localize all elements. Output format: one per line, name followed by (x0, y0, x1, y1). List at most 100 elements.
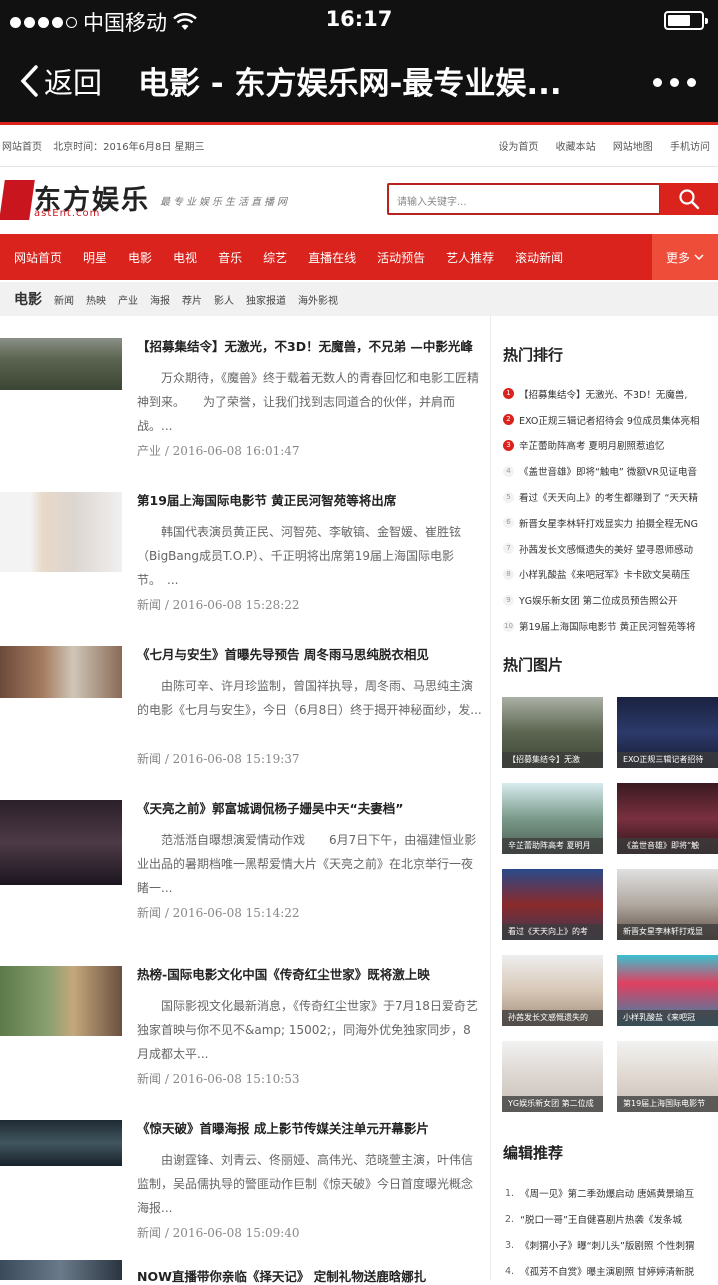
nav-item-artists[interactable]: 艺人推荐 (446, 249, 494, 266)
sub-nav-item[interactable]: 独家报道 (246, 292, 286, 307)
hot-rank-heading: 热门排行 (503, 346, 564, 364)
back-button[interactable]: 返回 (18, 60, 102, 102)
news-title[interactable]: 《七月与安生》首曝先导预告 周冬雨马思纯脱衣相见 (137, 644, 487, 663)
rank-title[interactable]: 【招募集结令】无激光、不3D！无魔兽, (519, 387, 687, 401)
rank-title[interactable]: EXO正规三辑记者招待会 9位成员集体亮相 (519, 413, 699, 427)
mobile-link[interactable]: 手机访问 (670, 142, 710, 153)
news-title[interactable]: 【招募集结令】无激光，不3D！无魔兽，不兄弟 —中影光峰 (137, 336, 487, 355)
site-logo[interactable]: 东方娱乐 astEnt.com (0, 178, 152, 222)
rank-title[interactable]: 孙茜发长文感慨遗失的美好 望寻恩师感动 (519, 542, 693, 556)
news-thumbnail[interactable] (0, 1260, 122, 1280)
news-item[interactable]: 《惊天破》首曝海报 成上影节传媒关注单元开幕影片 由谢霆锋、刘青云、佟丽娅、高伟… (0, 1120, 490, 1250)
sub-nav: 电影 新闻 热映 产业 海报 荐片 影人 独家报道 海外影视 (0, 282, 718, 316)
list-item[interactable]: 7 孙茜发长文感慨遗失的美好 望寻恩师感动 (503, 536, 718, 562)
list-item[interactable]: 3. 《刺猬小子》曝“刺儿头”版剧照 个性刺猬 (503, 1232, 718, 1258)
column-divider (490, 316, 491, 1280)
rank-title[interactable]: 小样乳酸盐《来吧冠军》卡卡欧文吴萌压 (519, 567, 690, 581)
nav-item-home[interactable]: 网站首页 (14, 249, 62, 266)
sub-nav-item[interactable]: 海外影视 (298, 292, 338, 307)
bookmark-link[interactable]: 收藏本站 (556, 142, 596, 153)
rank-title[interactable]: 第19届上海国际电影节 黄正民河智苑等将 (519, 619, 696, 633)
sub-nav-item[interactable]: 产业 (118, 292, 138, 307)
nav-item-music[interactable]: 音乐 (218, 249, 242, 266)
sub-nav-item[interactable]: 热映 (86, 292, 106, 307)
list-item[interactable]: 3 辛芷蕾助阵高考 夏明月剧照惹追忆 (503, 433, 718, 459)
rank-title[interactable]: 辛芷蕾助阵高考 夏明月剧照惹追忆 (519, 438, 665, 452)
nav-item-events[interactable]: 活动预告 (377, 249, 425, 266)
list-item[interactable]: 8 小样乳酸盐《来吧冠军》卡卡欧文吴萌压 (503, 562, 718, 588)
news-item[interactable]: 《七月与安生》首曝先导预告 周冬雨马思纯脱衣相见 由陈可辛、许月珍监制，曾国祥执… (0, 646, 490, 776)
nav-item-tv[interactable]: 电视 (173, 249, 197, 266)
list-item[interactable]: 9 YG娱乐新女团 第二位成员预告照公开 (503, 587, 718, 613)
search-button[interactable] (660, 183, 718, 215)
list-item[interactable]: 4. 《孤芳不自赏》曝主演剧照 甘婷婷清新脱 (503, 1258, 718, 1284)
rank-title[interactable]: 新晋女星李林轩打戏显实力 拍摄全程无NG (519, 516, 698, 530)
news-meta: 产业 / 2016-06-08 16:01:47 (137, 444, 300, 458)
photo-tile[interactable]: 看过《天天向上》的考 (502, 869, 603, 940)
photo-tile[interactable]: 新晋女星李林轩打戏显 (617, 869, 718, 940)
rank-title[interactable]: 看过《天天向上》的考生都赚到了 “天天精 (519, 490, 698, 504)
item-title[interactable]: 《周一见》第二季劲爆启动 唐嫣黄景瑜互 (520, 1186, 694, 1200)
set-homepage-link[interactable]: 设为首页 (498, 142, 538, 153)
photo-tile[interactable]: EXO正规三辑记者招待 (617, 697, 718, 768)
nav-item-variety[interactable]: 综艺 (263, 249, 287, 266)
news-summary: 范湉湉自曝想演爱情动作戏 6月7日下午，由福建恒业影业出品的暑期档唯一黑帮爱情大… (137, 833, 477, 895)
photo-tile[interactable]: 《盖世音雄》即将“触 (617, 783, 718, 854)
news-item[interactable]: 热榜-国际电影文化中国《传奇红尘世家》既将激上映 国际影视文化最新消息，《传奇红… (0, 966, 490, 1096)
nav-item-live[interactable]: 直播在线 (308, 249, 356, 266)
news-title[interactable]: 《天亮之前》郭富城调侃杨子姗吴中天“夫妻档” (137, 798, 487, 817)
news-item[interactable]: 【招募集结令】无激光，不3D！无魔兽，不兄弟 —中影光峰 万众期待，《魔兽》终于… (0, 338, 490, 468)
news-thumbnail[interactable] (0, 492, 122, 572)
home-link[interactable]: 网站首页 (2, 142, 42, 153)
list-item[interactable]: 10 第19届上海国际电影节 黄正民河智苑等将 (503, 613, 718, 639)
hot-rank-list: 1 【招募集结令】无激光、不3D！无魔兽, 2 EXO正规三辑记者招待会 9位成员集… (503, 381, 718, 639)
list-item[interactable]: 2 EXO正规三辑记者招待会 9位成员集体亮相 (503, 407, 718, 433)
list-item[interactable]: 1. 《周一见》第二季劲爆启动 唐嫣黄景瑜互 (503, 1180, 718, 1206)
news-item[interactable]: 第19届上海国际电影节 黄正民河智苑等将出席 韩国代表演员黄正民、河智苑、李敏镐… (0, 492, 490, 622)
news-title[interactable]: 热榜-国际电影文化中国《传奇红尘世家》既将激上映 (137, 964, 487, 983)
list-item[interactable]: 4 《盖世音雄》即将“触电” 微额VR见证电音 (503, 458, 718, 484)
photo-tile[interactable]: 【招募集结令】无激 (502, 697, 603, 768)
list-item[interactable]: 6 新晋女星李林轩打戏显实力 拍摄全程无NG (503, 510, 718, 536)
nav-item-movies[interactable]: 电影 (128, 249, 152, 266)
news-item[interactable]: 《天亮之前》郭富城调侃杨子姗吴中天“夫妻档” 范湉湉自曝想演爱情动作戏 6月7日… (0, 800, 490, 930)
news-thumbnail[interactable] (0, 338, 122, 390)
news-title[interactable]: 第19届上海国际电影节 黄正民河智苑等将出席 (137, 490, 487, 509)
rank-title[interactable]: 《盖世音雄》即将“触电” 微额VR见证电音 (519, 464, 697, 478)
nav-item-news[interactable]: 滚动新闻 (515, 249, 563, 266)
news-thumbnail[interactable] (0, 646, 122, 698)
photo-tile[interactable]: 小样乳酸盐《来吧冠 (617, 955, 718, 1026)
news-thumbnail[interactable] (0, 1120, 122, 1166)
list-item[interactable]: 1 【招募集结令】无激光、不3D！无魔兽, (503, 381, 718, 407)
news-thumbnail[interactable] (0, 966, 122, 1036)
photo-tile[interactable]: 第19届上海国际电影节 (617, 1041, 718, 1112)
nav-item-stars[interactable]: 明星 (83, 249, 107, 266)
more-options-button[interactable] (653, 78, 696, 87)
photo-tile[interactable]: YG娱乐新女团 第二位成 (502, 1041, 603, 1112)
rank-number: 4 (503, 465, 514, 477)
item-number: 2. (505, 1213, 515, 1225)
item-title[interactable]: 《孤芳不自赏》曝主演剧照 甘婷婷清新脱 (520, 1264, 694, 1278)
news-title[interactable]: NOW直播带你亲临《择天记》 定制礼物送鹿晗娜扎 (137, 1266, 487, 1285)
photo-tile[interactable]: 孙茜发长文感慨遗失的 (502, 955, 603, 1026)
list-item[interactable]: 2. “脱口一哥”王自健喜剧片热袭《发条城 (503, 1206, 718, 1232)
nav-more-button[interactable]: 更多 (652, 234, 718, 280)
news-title[interactable]: 《惊天破》首曝海报 成上影节传媒关注单元开幕影片 (137, 1118, 487, 1137)
sub-nav-item[interactable]: 海报 (150, 292, 170, 307)
search-input[interactable]: 请输入关键字... (387, 183, 661, 215)
rank-number: 5 (503, 491, 514, 503)
sitemap-link[interactable]: 网站地图 (613, 142, 653, 153)
news-thumbnail[interactable] (0, 800, 122, 885)
sub-nav-item[interactable]: 影人 (214, 292, 234, 307)
nav-more-label: 更多 (665, 250, 690, 265)
rank-title[interactable]: YG娱乐新女团 第二位成员预告照公开 (519, 593, 678, 607)
photo-tile[interactable]: 辛芷蕾助阵高考 夏明月 (502, 783, 603, 854)
list-item[interactable]: 5 看过《天天向上》的考生都赚到了 “天天精 (503, 484, 718, 510)
item-title[interactable]: “脱口一哥”王自健喜剧片热袭《发条城 (520, 1212, 682, 1226)
item-title[interactable]: 《刺猬小子》曝“刺儿头”版剧照 个性刺猬 (520, 1238, 694, 1252)
news-meta: 新闻 / 2016-06-08 15:09:40 (137, 1226, 300, 1240)
sub-nav-item[interactable]: 新闻 (54, 292, 74, 307)
sub-nav-item[interactable]: 荐片 (182, 292, 202, 307)
main-nav: 网站首页 明星 电影 电视 音乐 综艺 直播在线 活动预告 艺人推荐 滚动新闻 … (0, 234, 718, 280)
news-item[interactable]: NOW直播带你亲临《择天记》 定制礼物送鹿晗娜扎 (0, 1260, 490, 1284)
